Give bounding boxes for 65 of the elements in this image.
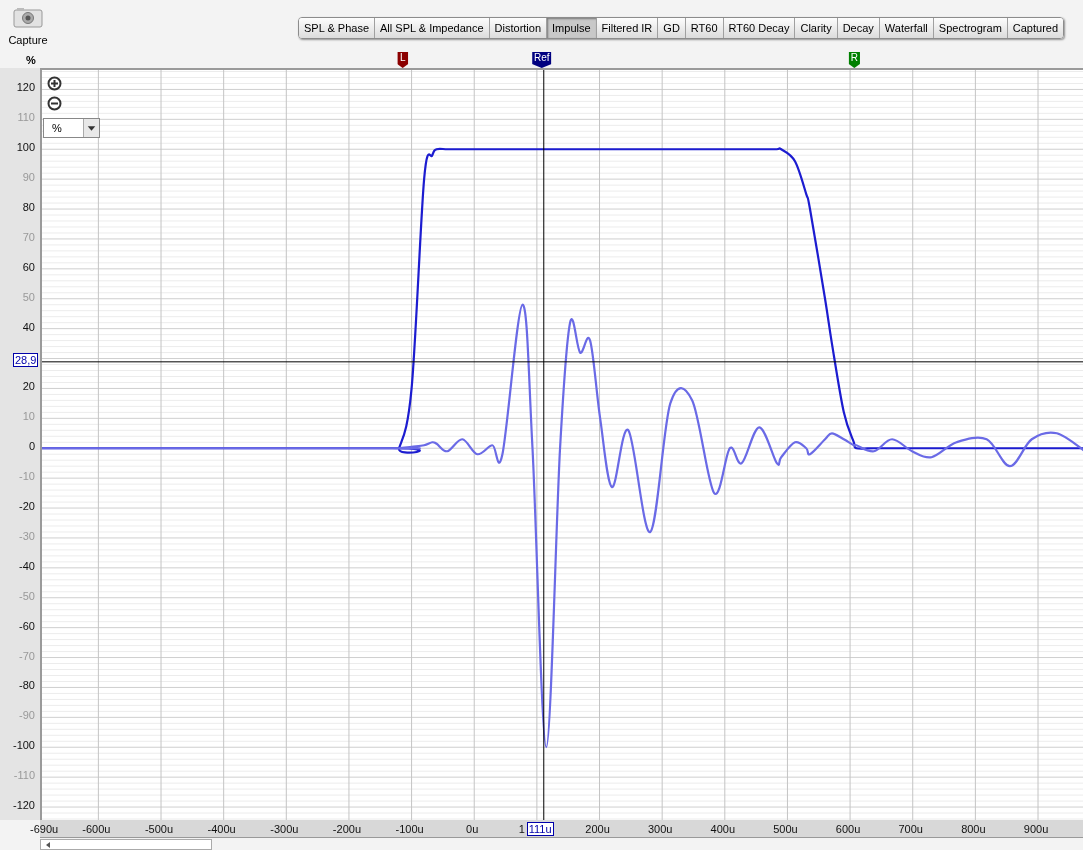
y-tick-label: 40 bbox=[22, 320, 35, 333]
view-tab[interactable]: Distortion bbox=[489, 18, 548, 38]
y-tick-label: -10 bbox=[19, 470, 35, 483]
view-tab[interactable]: Waterfall bbox=[879, 18, 934, 38]
view-tab[interactable]: SPL & Phase bbox=[299, 18, 376, 38]
unit-dropdown[interactable]: % bbox=[43, 118, 100, 138]
y-tick-label: -40 bbox=[19, 559, 35, 572]
y-tick-label: -80 bbox=[19, 679, 35, 692]
unit-label: % bbox=[26, 53, 36, 68]
view-tab[interactable]: RT60 bbox=[685, 18, 724, 38]
x-tick-label: 400u bbox=[710, 823, 736, 835]
horizontal-scrollbar[interactable] bbox=[40, 839, 212, 850]
y-tick-label: -120 bbox=[12, 799, 35, 812]
y-tick-label: -60 bbox=[19, 619, 35, 632]
y-tick-label: -70 bbox=[19, 649, 35, 662]
view-tab[interactable]: Impulse bbox=[547, 18, 597, 38]
y-tick-label: 70 bbox=[22, 230, 35, 243]
zoom-out-icon[interactable] bbox=[47, 96, 62, 111]
x-tick-label: 700u bbox=[898, 823, 923, 835]
x-tick-label: 1 bbox=[518, 823, 525, 835]
y-tick-label: 10 bbox=[22, 410, 35, 423]
x-tick-label: -400u bbox=[207, 823, 236, 835]
y-tick-label: -100 bbox=[12, 739, 35, 752]
y-tick-label: -30 bbox=[19, 529, 35, 542]
view-tab[interactable]: Spectrogram bbox=[933, 18, 1008, 38]
x-tick-label: 0u bbox=[466, 823, 479, 835]
marker-flag[interactable]: R bbox=[848, 52, 860, 68]
y-tick-label: 120 bbox=[16, 81, 35, 94]
view-tab[interactable]: Captured bbox=[1007, 18, 1064, 38]
y-tick-label: 50 bbox=[22, 290, 35, 303]
view-tab[interactable]: Clarity bbox=[795, 18, 838, 38]
x-tick-label: 600u bbox=[835, 823, 861, 835]
y-tick-label: -110 bbox=[13, 769, 35, 782]
y-tick-label: 20 bbox=[22, 380, 35, 393]
x-tick-label: 500u bbox=[773, 823, 798, 835]
y-tick-label: -50 bbox=[19, 589, 35, 602]
view-tab[interactable]: Decay bbox=[837, 18, 880, 38]
y-tick-label: 110 bbox=[17, 111, 35, 124]
x-tick-label: 800u bbox=[961, 823, 986, 835]
zoom-in-icon[interactable] bbox=[47, 76, 62, 91]
x-tick-label: -500u bbox=[144, 823, 174, 835]
x-tick-label: 200u bbox=[585, 823, 610, 835]
y-tick-label: 90 bbox=[22, 171, 35, 184]
marker-flag[interactable]: L bbox=[397, 52, 409, 68]
view-tab[interactable]: Filtered IR bbox=[596, 18, 659, 38]
y-tick-label: 0 bbox=[28, 440, 35, 453]
y-tick-label: 100 bbox=[16, 141, 35, 154]
y-tick-label: 60 bbox=[22, 260, 35, 273]
view-tab[interactable]: GD bbox=[658, 18, 686, 38]
cursor-x-readout: 111u bbox=[526, 822, 554, 836]
x-tick-label: -690u bbox=[30, 823, 59, 835]
x-tick-label: 300u bbox=[647, 823, 673, 835]
view-tab[interactable]: All SPL & Impedance bbox=[375, 18, 490, 38]
marker-flag[interactable]: Ref bbox=[532, 52, 552, 68]
y-tick-label: 80 bbox=[22, 201, 35, 214]
view-tab[interactable]: RT60 Decay bbox=[723, 18, 796, 38]
y-tick-label: -20 bbox=[19, 500, 35, 513]
capture-button[interactable]: Capture bbox=[0, 0, 56, 49]
camera-icon bbox=[13, 6, 43, 28]
y-tick-label: -90 bbox=[19, 709, 35, 722]
x-tick-label: -600u bbox=[82, 823, 111, 835]
x-tick-label: -300u bbox=[270, 823, 299, 835]
x-tick-label: -200u bbox=[332, 823, 361, 835]
x-tick-label: -100u bbox=[395, 823, 424, 835]
x-tick-label: 900u bbox=[1023, 823, 1049, 835]
